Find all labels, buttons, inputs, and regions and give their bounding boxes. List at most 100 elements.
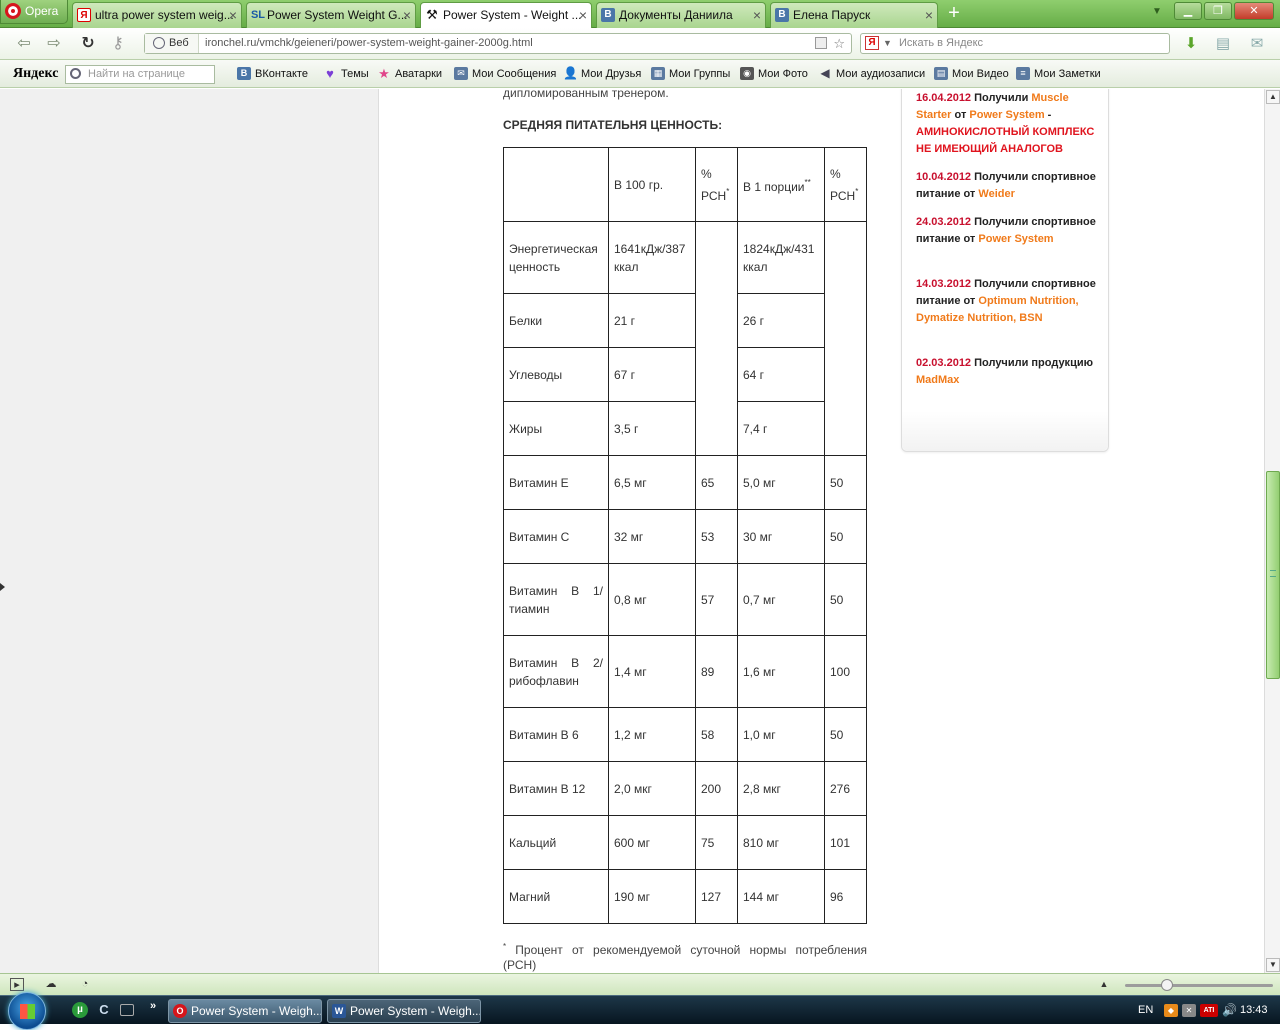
task-word[interactable]: W Power System - Weigh... — [327, 999, 481, 1023]
link-label: Мои Фото — [758, 68, 808, 80]
network-icon[interactable]: ✕ — [1182, 1004, 1196, 1017]
news-link[interactable]: Weider — [978, 188, 1014, 200]
find-on-page-input[interactable]: Найти на странице — [65, 65, 215, 84]
close-tab-icon[interactable]: × — [925, 3, 933, 27]
news-link[interactable]: MadMax — [916, 374, 959, 386]
new-tab-button[interactable]: + — [944, 3, 964, 25]
close-tab-icon[interactable]: × — [403, 3, 411, 27]
tab-power-system-sl[interactable]: SL Power System Weight G... × — [246, 2, 416, 28]
search-input[interactable]: Я ▼ Искать в Яндекс — [860, 33, 1170, 54]
ccleaner-icon[interactable]: C — [96, 1002, 112, 1018]
row-portion: 30 мг — [737, 509, 825, 564]
row-portion: 5,0 мг — [737, 455, 825, 510]
vk-icon: В — [237, 67, 251, 80]
row-per100: 190 мг — [608, 869, 696, 924]
link-audio[interactable]: ◀ Мои аудиозаписи — [818, 66, 925, 82]
link-video[interactable]: ▤ Мои Видео — [934, 66, 1009, 82]
row-pctp: 50 — [824, 707, 867, 762]
utorrent-icon[interactable]: µ — [72, 1002, 88, 1018]
volume-icon[interactable]: 🔊 — [1222, 1004, 1237, 1017]
chevron-down-icon[interactable]: ▼ — [883, 34, 892, 53]
scroll-thumb[interactable] — [1266, 471, 1280, 679]
link-avatars[interactable]: ★ Аватарки — [377, 66, 442, 82]
row-pctp: 50 — [824, 455, 867, 510]
tab-power-system-active[interactable]: ⚒ Power System - Weight ... × — [420, 2, 592, 29]
row-pctp: 50 — [824, 509, 867, 564]
scroll-up-icon[interactable]: ▲ — [1266, 90, 1280, 104]
header-pct: % РСН* — [695, 147, 738, 222]
mail-icon[interactable]: ✉ — [1247, 34, 1267, 54]
tab-documents[interactable]: В Документы Даниила × — [596, 2, 766, 28]
notes-icon[interactable]: ▤ — [1213, 34, 1233, 54]
news-date: 10.04.2012 — [916, 171, 972, 183]
table-row: Витамин В 1/ тиамин 0,8 мг 57 0,7 мг 50 — [503, 563, 867, 636]
restore-icon[interactable]: ❐ — [1204, 2, 1232, 20]
panel-icon[interactable]: ▸ — [10, 978, 24, 991]
news-date: 24.03.2012 — [916, 216, 972, 228]
link-label: Мои Друзья — [581, 68, 642, 80]
forward-arrow-icon[interactable]: ⇨ — [44, 34, 64, 54]
tab-label: Документы Даниила — [619, 8, 733, 22]
bookmark-star-icon[interactable]: ☆ — [833, 34, 845, 53]
link-groups[interactable]: ▦ Мои Группы — [651, 66, 730, 82]
start-button[interactable] — [8, 992, 46, 1030]
opera-menu-button[interactable]: Opera — [0, 0, 68, 24]
link-friends[interactable]: 👤 Мои Друзья — [563, 66, 641, 82]
row-name: Кальций — [503, 815, 609, 870]
more-chevron-icon[interactable]: » — [145, 998, 161, 1014]
row-pctp: 276 — [824, 761, 867, 816]
link-photos[interactable]: ◉ Мои Фото — [740, 66, 808, 82]
language-indicator[interactable]: EN — [1138, 996, 1153, 1025]
row-pct100: 89 — [695, 635, 738, 708]
download-icon[interactable]: ⬇ — [1181, 34, 1201, 54]
news-link[interactable]: Power System — [978, 233, 1053, 245]
link-notes[interactable]: ≡ Мои Заметки — [1016, 66, 1101, 82]
table-row: Витамин В 2/ рибофлавин 1,4 мг 89 1,6 мг… — [503, 635, 867, 708]
news-link[interactable]: Power System — [969, 109, 1044, 121]
back-arrow-icon[interactable]: ⇦ — [14, 34, 34, 54]
link-vkontakte[interactable]: В ВКонтакте — [237, 66, 308, 82]
task-opera[interactable]: O Power System - Weigh... — [168, 999, 322, 1023]
rss-icon[interactable] — [815, 37, 827, 49]
zoom-up-icon[interactable]: ▲ — [1097, 978, 1111, 991]
speed-dial-icon[interactable]: ◔ — [78, 978, 92, 991]
page-viewport: дипломированным тренером. СРЕДНЯЯ ПИТАТЕ… — [0, 89, 1264, 973]
tray-app-icon[interactable]: ◆ — [1164, 1004, 1178, 1017]
close-tab-icon[interactable]: × — [753, 3, 761, 27]
tab-label: Елена Паруск — [793, 8, 871, 22]
row-pct100: 75 — [695, 815, 738, 870]
scroll-down-icon[interactable]: ▼ — [1266, 958, 1280, 972]
link-themes[interactable]: ♥ Темы — [323, 66, 369, 82]
footnote-mark: * — [855, 186, 859, 196]
ati-icon[interactable]: ATI — [1200, 1004, 1218, 1017]
table-row: Углеводы 67 г 64 г — [503, 347, 867, 402]
web-badge[interactable]: Веб — [145, 34, 199, 53]
zoom-handle[interactable] — [1161, 979, 1173, 991]
close-tab-icon[interactable]: × — [579, 3, 587, 27]
row-portion: 144 мг — [737, 869, 825, 924]
minimize-icon[interactable]: ▁ — [1174, 2, 1202, 20]
row-name: Углеводы — [503, 347, 609, 402]
row-portion: 2,8 мкг — [737, 761, 825, 816]
news-item: 02.03.2012 Получили продукцию MadMax — [916, 355, 1098, 389]
panel-toggle-icon[interactable] — [0, 583, 5, 591]
yandex-logo[interactable]: Яндекс — [13, 66, 58, 82]
reload-icon[interactable]: ↻ — [78, 34, 98, 54]
close-tab-icon[interactable]: × — [229, 3, 237, 27]
row-pct100: 57 — [695, 563, 738, 636]
show-desktop-icon[interactable] — [120, 1004, 134, 1016]
tab-list-chevron-icon[interactable]: ▼ — [1152, 6, 1162, 17]
close-window-icon[interactable]: ✕ — [1234, 2, 1274, 20]
tab-elena[interactable]: В Елена Паруск × — [770, 2, 938, 28]
row-name: Витамин В 12 — [503, 761, 609, 816]
vk-favicon-icon: В — [601, 8, 615, 22]
cloud-icon[interactable]: ☁ — [44, 978, 58, 991]
link-messages[interactable]: ✉ Мои Сообщения — [454, 66, 556, 82]
vertical-scrollbar[interactable]: ▲ ▼ — [1264, 89, 1280, 973]
address-field[interactable]: Веб ironchel.ru/vmchk/geieneri/power-sys… — [144, 33, 852, 54]
url-text[interactable]: ironchel.ru/vmchk/geieneri/power-system-… — [205, 34, 533, 53]
key-icon[interactable]: ⚷ — [108, 34, 128, 54]
tab-ultra-power[interactable]: Яultra power system weig... × — [72, 2, 242, 28]
merged-empty-cell — [824, 221, 867, 456]
zoom-slider[interactable] — [1125, 979, 1273, 991]
